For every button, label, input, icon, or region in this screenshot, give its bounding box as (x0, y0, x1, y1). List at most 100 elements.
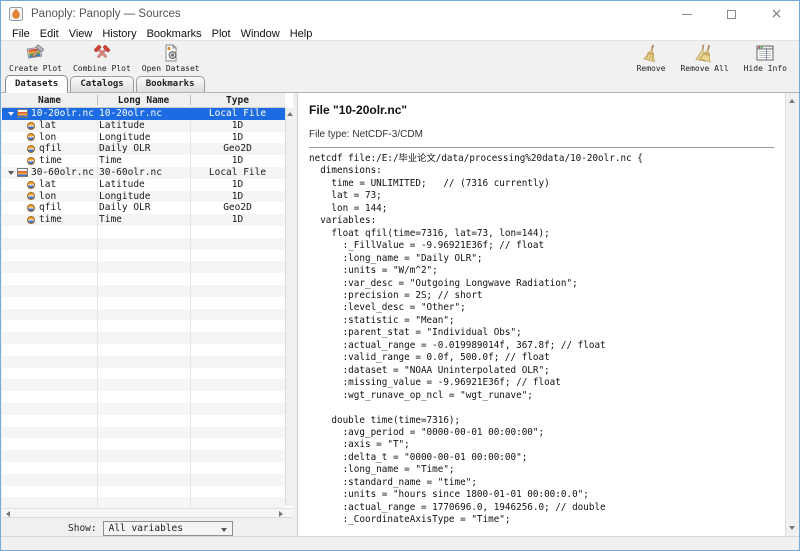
table-horizontal-scrollbar[interactable] (2, 508, 293, 518)
table-row[interactable]: lonLongitude1D (2, 132, 285, 144)
table-row[interactable]: lat Latitude1D (2, 120, 285, 132)
open-dataset-button[interactable]: Open Dataset (139, 42, 203, 74)
row-type: 1D (190, 191, 285, 203)
name-cell: qfil (2, 202, 97, 214)
status-bar (1, 536, 799, 550)
toolbar: Create Plot Combine Plot Open Dataset Remov… (1, 42, 799, 75)
menu-item-view[interactable]: View (64, 28, 98, 40)
window-title: Panoply: Panoply — Sources (31, 8, 181, 20)
row-type: 1D (190, 155, 285, 167)
row-long-name: 30-60olr.nc (99, 167, 190, 179)
table-body: 10-20olr.nc10-20olr.ncLocal FilelatLatit… (2, 108, 285, 508)
row-long-name: Time (99, 155, 190, 167)
expand-triangle-icon[interactable] (8, 171, 14, 175)
tab-datasets[interactable]: Datasets (5, 75, 68, 93)
toolbar-button-label: Open Dataset (142, 64, 200, 73)
column-header-type[interactable]: Type (190, 93, 285, 108)
empty-row (2, 486, 285, 498)
menu-bar: FileEditViewHistoryBookmarksPlotWindowHe… (1, 27, 799, 41)
column-gridline (190, 108, 191, 508)
combine-plot-icon (92, 43, 112, 63)
info-vertical-scrollbar[interactable] (785, 93, 798, 536)
row-name: qfil (39, 143, 62, 155)
maximize-button[interactable] (709, 1, 754, 27)
show-variables-dropdown[interactable]: All variables (103, 521, 233, 536)
combine-plot-button[interactable]: Combine Plot (70, 42, 134, 74)
table-row[interactable]: lonLongitude1D (2, 191, 285, 203)
remove-all-button[interactable]: Remove All (677, 42, 731, 74)
empty-row (2, 474, 285, 486)
toolbar-button-label: Combine Plot (73, 64, 131, 73)
row-long-name: Daily OLR (99, 143, 190, 155)
empty-row (2, 391, 285, 403)
close-button[interactable]: × (754, 1, 799, 27)
cdl-metadata-text: netcdf file:/E:/毕业论文/data/processing%20d… (309, 153, 778, 527)
empty-row (2, 297, 285, 309)
table-row[interactable]: qfil Daily OLRGeo2D (2, 143, 285, 155)
hide-info-button[interactable]: Hide Info (741, 42, 790, 74)
row-name: lon (39, 132, 56, 144)
name-cell: lat (2, 179, 97, 191)
menu-item-bookmarks[interactable]: Bookmarks (142, 28, 207, 40)
row-name: lat (39, 179, 56, 191)
scroll-left-icon[interactable] (6, 511, 10, 517)
row-name: qfil (39, 202, 62, 214)
table-header: NameLong NameType (2, 93, 285, 108)
column-gridline (97, 108, 98, 508)
menu-item-plot[interactable]: Plot (207, 28, 236, 40)
row-name: time (39, 214, 62, 226)
empty-row (2, 427, 285, 439)
row-name: lat (39, 120, 56, 132)
empty-row (2, 332, 285, 344)
broom-icon (641, 43, 661, 63)
table-vertical-scrollbar[interactable] (285, 108, 293, 506)
table-row[interactable]: qfilDaily OLRGeo2D (2, 202, 285, 214)
name-cell: qfil (2, 143, 97, 155)
variable-icon (27, 133, 35, 141)
create-plot-button[interactable]: Create Plot (6, 42, 65, 74)
scroll-right-icon[interactable] (279, 511, 283, 517)
menu-item-history[interactable]: History (97, 28, 141, 40)
column-header-name[interactable]: Name (2, 93, 97, 108)
table-row[interactable]: timeTime1D (2, 214, 285, 226)
remove-button[interactable]: Remove (634, 42, 669, 74)
row-name: 30-60olr.nc (31, 167, 94, 179)
show-label: Show: (68, 523, 97, 534)
table-row[interactable]: latLatitude1D (2, 179, 285, 191)
chevron-down-icon (221, 528, 227, 532)
menu-item-window[interactable]: Window (236, 28, 285, 40)
toolbar-button-label: Remove (637, 64, 666, 73)
menu-item-help[interactable]: Help (285, 28, 318, 40)
row-type: Geo2D (190, 143, 285, 155)
table-row[interactable]: 10-20olr.nc10-20olr.ncLocal File (2, 108, 285, 120)
row-type: 1D (190, 120, 285, 132)
column-header-long-name[interactable]: Long Name (97, 93, 190, 108)
empty-row (2, 450, 285, 462)
menu-item-file[interactable]: File (7, 28, 35, 40)
expand-triangle-icon[interactable] (8, 112, 14, 116)
scroll-up-icon[interactable] (287, 112, 293, 116)
table-row[interactable]: 30-60olr.nc30-60olr.ncLocal File (2, 167, 285, 179)
empty-row (2, 403, 285, 415)
empty-row (2, 273, 285, 285)
row-long-name: Daily OLR (99, 202, 190, 214)
info-panel-icon (755, 43, 775, 63)
row-long-name: Latitude (99, 120, 190, 132)
main-content: NameLong NameType 10-20olr.nc10-20olr.nc… (1, 93, 799, 536)
empty-row (2, 415, 285, 427)
row-long-name: Time (99, 214, 190, 226)
name-cell: lon (2, 132, 97, 144)
row-type: 1D (190, 132, 285, 144)
table-row[interactable]: timeTime1D (2, 155, 285, 167)
empty-row (2, 261, 285, 273)
tab-catalogs[interactable]: Catalogs (70, 76, 133, 92)
menu-item-edit[interactable]: Edit (35, 28, 64, 40)
minimize-button[interactable] (664, 1, 709, 27)
dataset-file-icon (17, 168, 28, 177)
info-header: File "10-20olr.nc" File type: NetCDF-3/C… (298, 93, 798, 140)
scroll-down-icon[interactable] (789, 526, 795, 530)
tab-bookmarks[interactable]: Bookmarks (136, 76, 205, 92)
empty-row (2, 356, 285, 368)
row-type: Local File (190, 108, 285, 120)
scroll-up-icon[interactable] (789, 99, 795, 103)
